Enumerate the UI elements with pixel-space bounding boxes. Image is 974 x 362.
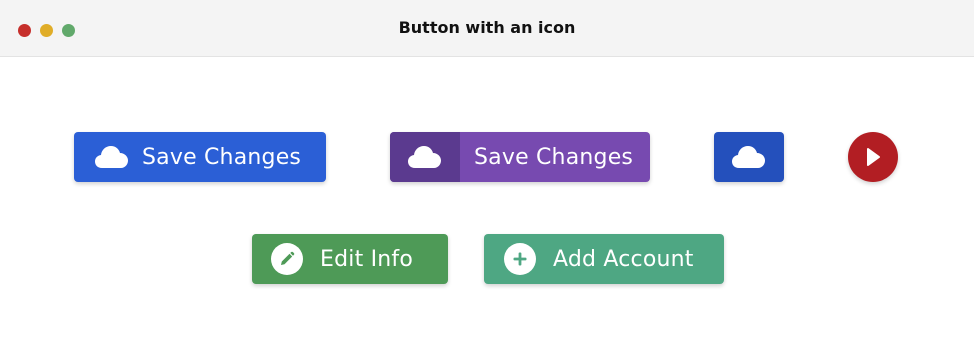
add-account-label: Add Account <box>553 246 694 272</box>
edit-info-label: Edit Info <box>320 246 414 272</box>
add-account-button[interactable]: Add Account <box>484 234 724 284</box>
plus-icon <box>504 243 536 275</box>
title-bar: Button with an icon <box>0 0 974 57</box>
play-button[interactable] <box>848 132 898 182</box>
save-changes-split-button[interactable]: Save Changes <box>390 132 650 182</box>
cloud-upload-button[interactable] <box>714 132 784 182</box>
save-changes-label: Save Changes <box>142 144 302 170</box>
cloud-icon <box>731 144 767 170</box>
pencil-icon <box>271 243 303 275</box>
save-changes-split-label: Save Changes <box>474 144 634 170</box>
edit-info-button[interactable]: Edit Info <box>252 234 448 284</box>
save-changes-button[interactable]: Save Changes <box>74 132 326 182</box>
window-title: Button with an icon <box>398 18 576 37</box>
split-icon-area <box>390 132 460 182</box>
play-icon <box>864 147 882 167</box>
cloud-icon <box>94 144 130 170</box>
app-window: Button with an icon Save Changes Save Ch… <box>0 0 974 362</box>
cloud-icon <box>407 144 443 170</box>
split-label-area: Save Changes <box>460 132 647 182</box>
